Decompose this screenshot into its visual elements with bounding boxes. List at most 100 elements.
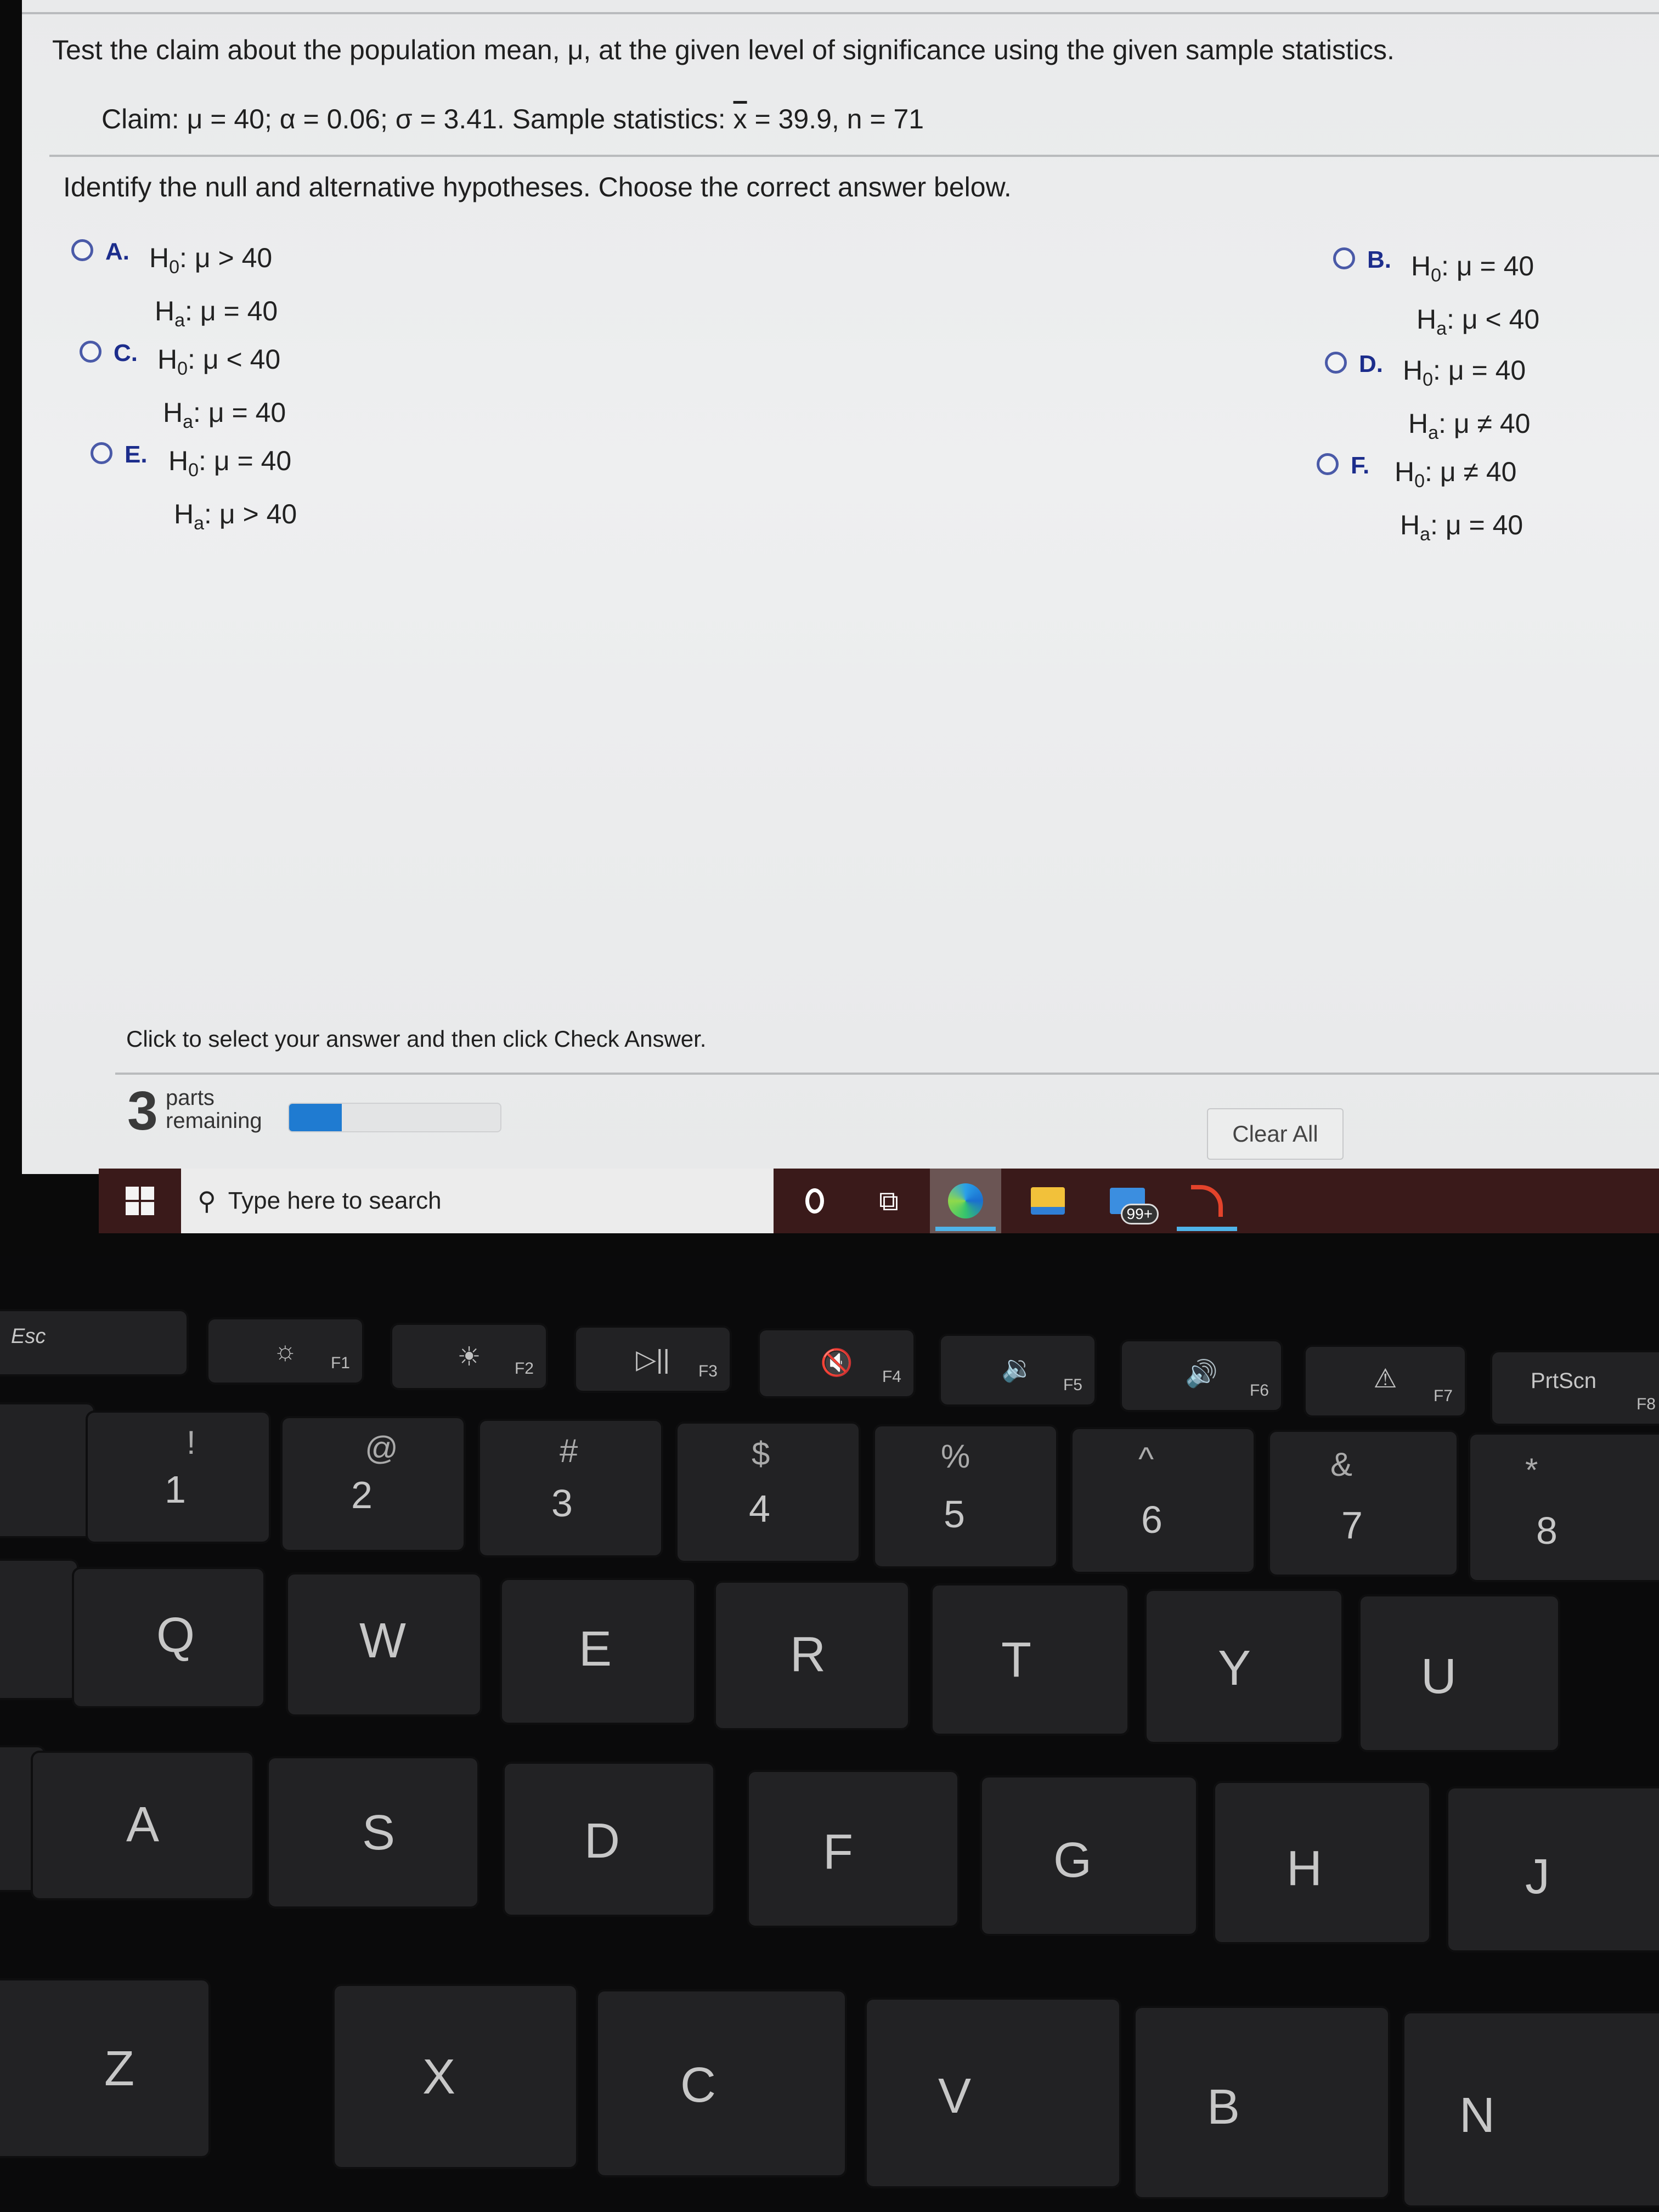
key-x[interactable]: X	[335, 1986, 576, 2167]
key-4[interactable]: $ 4	[678, 1424, 859, 1561]
task-view-button[interactable]: ⧉	[853, 1169, 924, 1233]
key-f2[interactable]: ☀ F2	[392, 1325, 546, 1388]
active-indicator	[935, 1227, 996, 1231]
claim-prefix: Claim: μ = 40; α = 0.06; σ = 3.41. Sampl…	[101, 104, 733, 134]
key-2[interactable]: @ 2	[283, 1418, 464, 1550]
key-n[interactable]: N	[1404, 2013, 1659, 2205]
radio-button[interactable]	[71, 239, 93, 261]
radio-button[interactable]	[1317, 453, 1339, 475]
option-letter: D.	[1359, 351, 1383, 377]
question-prompt: Test the claim about the population mean…	[52, 35, 1395, 65]
app-button[interactable]	[1171, 1169, 1243, 1233]
key-h[interactable]: H	[1215, 1783, 1429, 1942]
xbar-symbol: x	[733, 104, 747, 134]
key-5[interactable]: % 5	[875, 1426, 1056, 1566]
option-letter: A.	[105, 238, 129, 265]
option-letter: F.	[1351, 452, 1370, 479]
key-f1[interactable]: ☼ F1	[208, 1319, 362, 1383]
key-e[interactable]: E	[502, 1580, 694, 1723]
option-letter: B.	[1367, 246, 1391, 273]
radio-button[interactable]	[1325, 352, 1347, 374]
key-f[interactable]: F	[749, 1772, 957, 1926]
claim-suffix: = 39.9, n = 71	[747, 104, 924, 134]
key-f4[interactable]: 🔇 F4	[760, 1330, 913, 1396]
cortana-icon	[805, 1188, 824, 1214]
key-b[interactable]: B	[1136, 2008, 1388, 2197]
option-hypotheses: H0: μ > 40 Ha: μ = 40	[149, 242, 278, 331]
laptop-keyboard: Esc ☼ F1 ☀ F2 ▷|| F3 🔇 F4 🔉 F5 🔊 F6 ⚠ F7…	[0, 1256, 1659, 2212]
key-3[interactable]: # 3	[480, 1421, 661, 1555]
key-y[interactable]: Y	[1147, 1591, 1341, 1742]
key-6[interactable]: ^ 6	[1073, 1429, 1254, 1572]
app-icon	[1191, 1185, 1223, 1217]
option-f[interactable]: F. H0: μ ≠ 40 Ha: μ = 40	[1317, 450, 1523, 556]
instruction-text: Identify the null and alternative hypoth…	[63, 172, 1012, 202]
key-1[interactable]: ! 1	[88, 1413, 269, 1542]
null-hypothesis: : μ = 40	[199, 445, 292, 476]
key-j[interactable]: J	[1448, 1788, 1659, 1950]
claim-text: Claim: μ = 40; α = 0.06; σ = 3.41. Sampl…	[101, 103, 924, 135]
monitor-screen: Test the claim about the population mean…	[0, 0, 1659, 1256]
taskbar: ⚲ Type here to search ⧉ 99+	[99, 1169, 1659, 1233]
mail-button[interactable]: 99+	[1092, 1169, 1163, 1233]
option-letter: E.	[125, 441, 148, 468]
key-s[interactable]: S	[269, 1758, 477, 1906]
key-f7[interactable]: ⚠ F7	[1306, 1347, 1465, 1415]
key-7[interactable]: & 7	[1270, 1432, 1457, 1575]
key-r[interactable]: R	[716, 1583, 908, 1728]
option-hypotheses: H0: μ = 40 Ha: μ > 40	[168, 445, 297, 534]
option-c[interactable]: C. H0: μ < 40 Ha: μ = 40	[80, 337, 286, 444]
parts-remaining-count: 3	[127, 1080, 158, 1142]
option-hypotheses: H0: μ = 40 Ha: μ < 40	[1411, 251, 1540, 339]
radio-button[interactable]	[80, 341, 101, 363]
null-hypothesis: : μ = 40	[1433, 355, 1526, 386]
key-f5[interactable]: 🔉 F5	[941, 1336, 1094, 1404]
option-b[interactable]: B. H0: μ = 40 Ha: μ < 40	[1333, 244, 1539, 351]
alt-hypothesis: : μ = 40	[193, 397, 286, 428]
instruction-footer: Click to select your answer and then cli…	[126, 1026, 707, 1052]
key-f6[interactable]: 🔊 F6	[1122, 1341, 1281, 1410]
progress-fill	[289, 1104, 342, 1131]
edge-button[interactable]	[930, 1169, 1001, 1233]
key-d[interactable]: D	[505, 1764, 713, 1915]
radio-button[interactable]	[1333, 247, 1355, 269]
edge-icon	[948, 1183, 983, 1218]
parts-remaining-label: parts remaining	[166, 1086, 262, 1133]
footer-divider	[115, 1073, 1659, 1075]
key-w[interactable]: W	[288, 1575, 480, 1714]
key-8[interactable]: * 8	[1470, 1435, 1659, 1580]
alt-hypothesis: : μ = 40	[1430, 510, 1523, 540]
taskbar-search-box[interactable]: ⚲ Type here to search	[181, 1169, 774, 1233]
option-hypotheses: H0: μ < 40 Ha: μ = 40	[157, 344, 286, 432]
file-explorer-button[interactable]	[1012, 1169, 1084, 1233]
start-button[interactable]	[99, 1169, 181, 1233]
mail-badge: 99+	[1120, 1204, 1159, 1224]
key-esc[interactable]: Esc	[0, 1311, 187, 1374]
null-hypothesis: : μ > 40	[179, 242, 273, 273]
windows-start-icon	[126, 1187, 154, 1215]
alt-hypothesis: : μ < 40	[1447, 304, 1540, 335]
key-f8-prtscn[interactable]: PrtScn F8	[1492, 1352, 1659, 1424]
key-g[interactable]: G	[982, 1778, 1196, 1934]
search-icon: ⚲	[198, 1187, 216, 1215]
top-divider	[22, 12, 1659, 14]
key-tilde[interactable]	[0, 1404, 93, 1536]
key-u[interactable]: U	[1361, 1596, 1558, 1750]
option-hypotheses: H0: μ = 40 Ha: μ ≠ 40	[1403, 355, 1531, 443]
alt-hypothesis: : μ = 40	[185, 296, 278, 326]
clear-all-button[interactable]: Clear All	[1207, 1108, 1344, 1160]
option-d[interactable]: D. H0: μ = 40 Ha: μ ≠ 40	[1325, 348, 1530, 455]
key-f3[interactable]: ▷|| F3	[576, 1328, 730, 1391]
cortana-button[interactable]	[779, 1169, 850, 1233]
null-hypothesis: : μ ≠ 40	[1425, 456, 1517, 487]
key-c[interactable]: C	[598, 1991, 845, 2175]
key-q[interactable]: Q	[74, 1569, 263, 1706]
option-a[interactable]: A. H0: μ > 40 Ha: μ = 40	[71, 236, 278, 342]
key-v[interactable]: V	[867, 2000, 1119, 2186]
key-z[interactable]: Z	[0, 1980, 208, 2156]
key-t[interactable]: T	[933, 1585, 1127, 1734]
key-a[interactable]: A	[33, 1753, 252, 1898]
key-tab[interactable]	[0, 1561, 77, 1698]
option-e[interactable]: E. H0: μ = 40 Ha: μ > 40	[91, 439, 297, 545]
radio-button[interactable]	[91, 442, 112, 464]
